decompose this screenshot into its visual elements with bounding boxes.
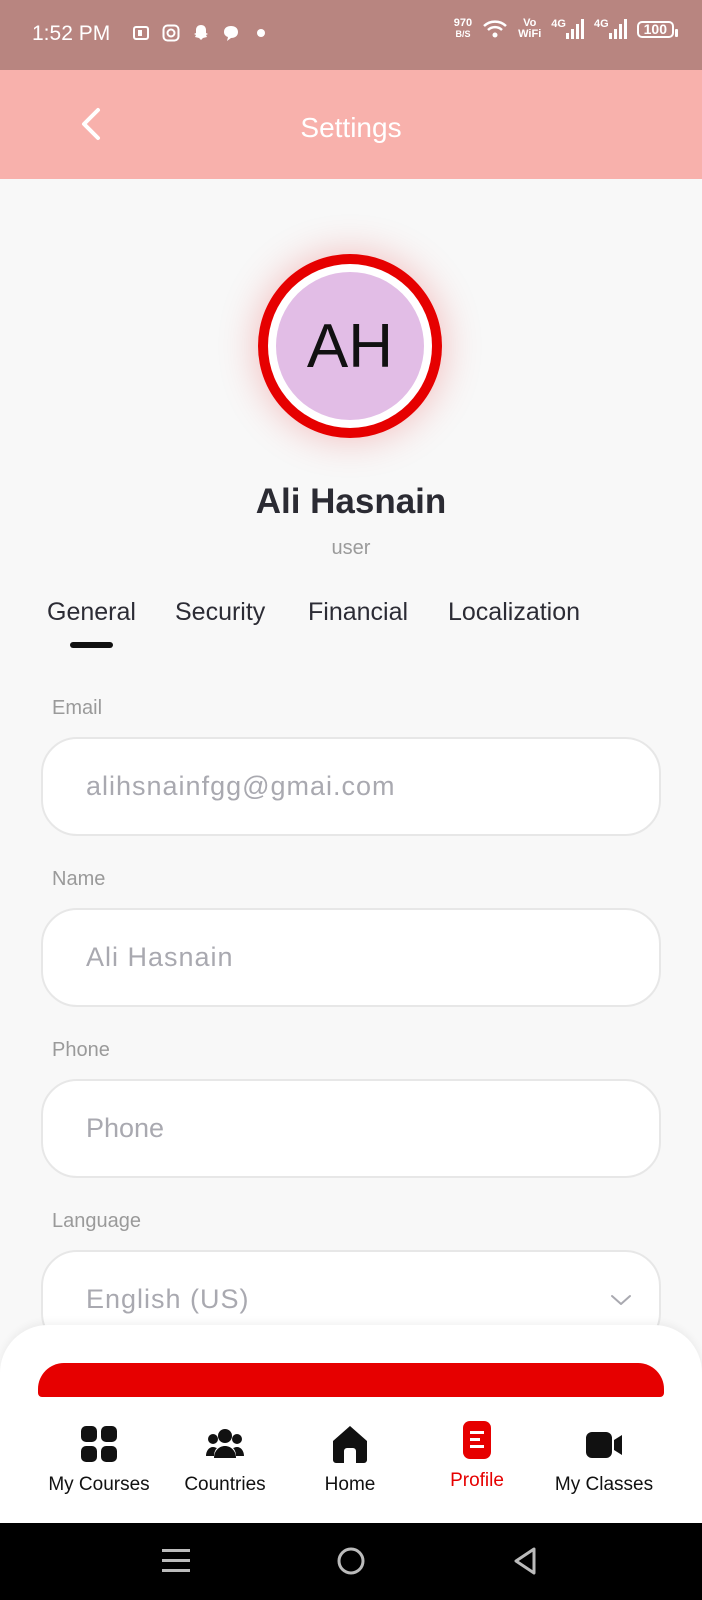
app-notification-icon bbox=[133, 26, 149, 40]
active-tab-indicator bbox=[70, 642, 113, 648]
signal-bars-icon bbox=[565, 19, 584, 39]
home-circle-icon[interactable] bbox=[333, 1543, 369, 1579]
grid-icon bbox=[81, 1426, 117, 1462]
language-value: English (US) bbox=[86, 1284, 250, 1314]
signal-2-label: 4G bbox=[593, 18, 609, 30]
phone-field[interactable]: Phone bbox=[41, 1079, 661, 1178]
back-triangle-icon[interactable] bbox=[508, 1543, 544, 1579]
document-icon bbox=[463, 1421, 491, 1459]
tab-localization[interactable]: Localization bbox=[448, 598, 580, 627]
instagram-icon bbox=[162, 24, 180, 42]
phone-placeholder: Phone bbox=[86, 1113, 165, 1143]
avatar-ring[interactable]: AH bbox=[258, 254, 442, 438]
nav-countries-label: Countries bbox=[184, 1474, 266, 1495]
status-time: 1:52 PM bbox=[32, 22, 111, 45]
nav-countries[interactable]: Countries bbox=[180, 1424, 270, 1496]
wifi-icon bbox=[483, 20, 507, 38]
phone-label: Phone bbox=[52, 1039, 110, 1061]
network-speed-value: 970 bbox=[453, 17, 473, 29]
avatar-border: AH bbox=[268, 264, 432, 428]
network-speed-unit: B/S bbox=[455, 29, 471, 39]
menu-icon[interactable] bbox=[158, 1543, 194, 1579]
language-label: Language bbox=[52, 1210, 141, 1232]
signal-2: 4G bbox=[594, 19, 627, 39]
name-field[interactable]: Ali Hasnain bbox=[41, 908, 661, 1007]
name-value: Ali Hasnain bbox=[86, 942, 234, 972]
dot-icon bbox=[257, 29, 265, 37]
app-header: Settings bbox=[0, 70, 702, 179]
name-label: Name bbox=[52, 868, 106, 890]
email-value: alihsnainfgg@gmai.com bbox=[86, 771, 396, 801]
notification-icons bbox=[132, 24, 270, 42]
profile-role: user bbox=[331, 537, 371, 559]
nav-my-courses[interactable]: My Courses bbox=[46, 1424, 152, 1496]
nav-profile-label: Profile bbox=[450, 1470, 504, 1491]
settings-tabs: General Security Financial Localization bbox=[0, 598, 702, 648]
network-speed: 970 B/S bbox=[454, 18, 472, 40]
signal-1: 4G bbox=[551, 19, 584, 39]
chat-icon bbox=[224, 26, 238, 41]
chevron-down-icon bbox=[611, 1295, 631, 1305]
profile-name: Ali Hasnain bbox=[255, 482, 447, 521]
video-camera-icon bbox=[586, 1432, 622, 1458]
signal-1-label: 4G bbox=[551, 18, 566, 30]
snapchat-icon bbox=[194, 25, 208, 40]
email-field[interactable]: alihsnainfgg@gmai.com bbox=[41, 737, 661, 836]
nav-profile[interactable]: Profile bbox=[440, 1420, 514, 1492]
users-icon bbox=[206, 1429, 244, 1458]
tab-general[interactable]: General bbox=[47, 598, 136, 627]
nav-my-classes-label: My Classes bbox=[554, 1474, 654, 1495]
save-button[interactable] bbox=[38, 1363, 664, 1397]
battery-icon: 100 bbox=[636, 20, 679, 38]
vowifi-bottom: WiFi bbox=[518, 28, 542, 40]
nav-my-courses-label: My Courses bbox=[48, 1474, 150, 1495]
vowifi-indicator: Vo WiFi bbox=[518, 18, 541, 40]
tab-security[interactable]: Security bbox=[175, 598, 265, 627]
nav-home[interactable]: Home bbox=[310, 1424, 390, 1496]
system-status-icons: 970 B/S Vo WiFi 4G 4G 100 bbox=[454, 18, 679, 40]
nav-home-label: Home bbox=[324, 1474, 376, 1495]
tab-financial[interactable]: Financial bbox=[308, 598, 408, 627]
signal-bars-icon bbox=[608, 19, 627, 39]
nav-my-classes[interactable]: My Classes bbox=[554, 1424, 654, 1496]
home-icon bbox=[333, 1426, 367, 1463]
page-title: Settings bbox=[300, 112, 402, 143]
email-label: Email bbox=[52, 697, 103, 719]
avatar: AH bbox=[276, 272, 424, 420]
status-bar: 1:52 PM 970 B/S Vo WiFi 4G 4G 100 bbox=[0, 0, 702, 70]
system-navigation-bar bbox=[0, 1523, 702, 1600]
